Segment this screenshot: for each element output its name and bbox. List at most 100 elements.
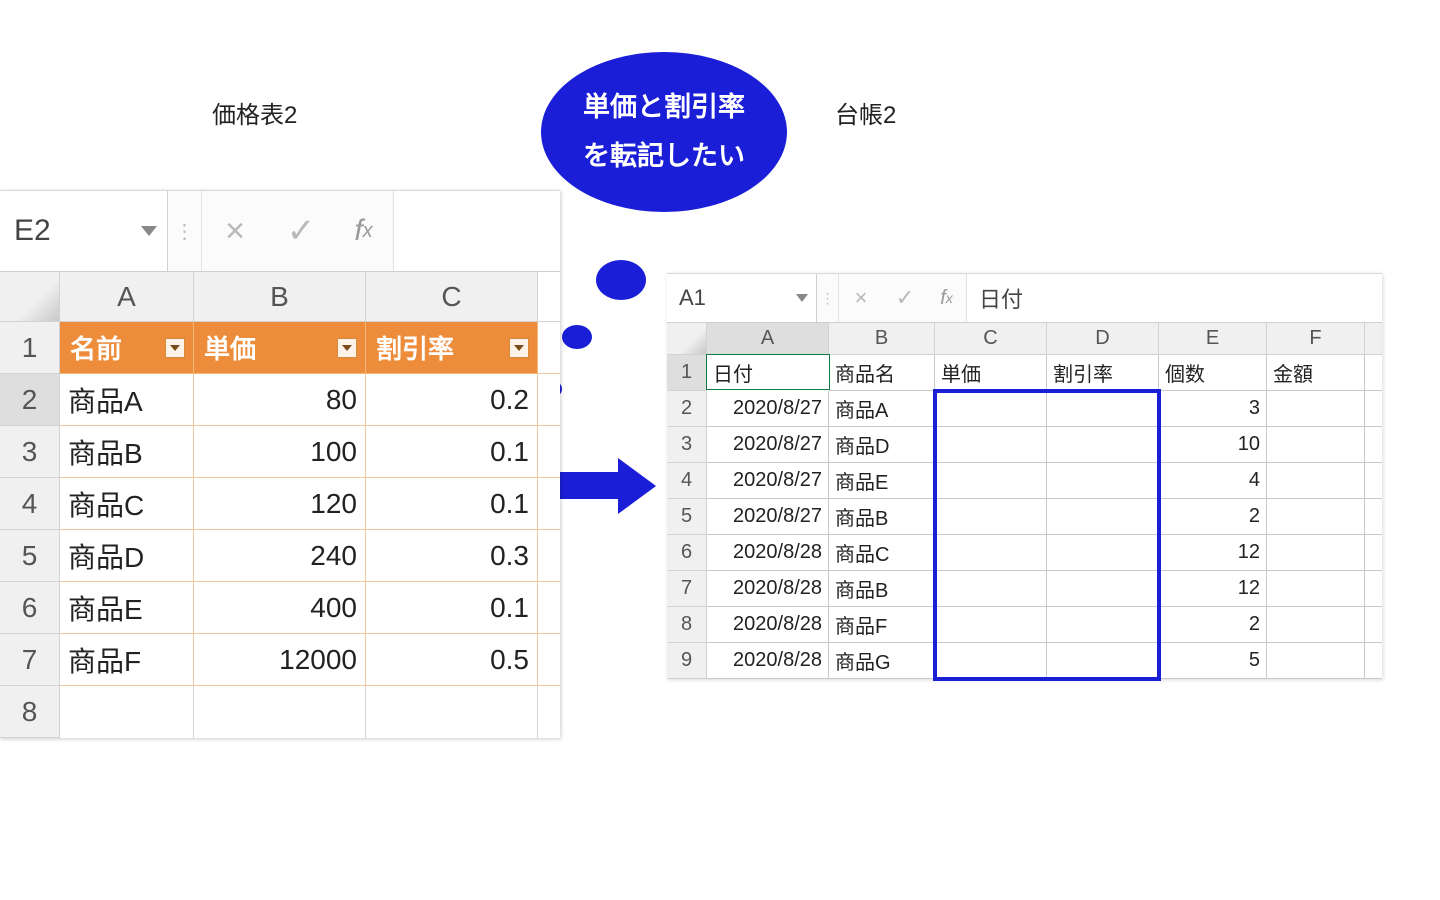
cell[interactable]: 単価 [935, 355, 1047, 391]
cell[interactable]: 2020/8/27 [707, 427, 829, 463]
cell[interactable] [1267, 391, 1365, 427]
cell[interactable]: 0.1 [366, 426, 538, 478]
cell[interactable]: 個数 [1159, 355, 1267, 391]
cell[interactable] [1267, 427, 1365, 463]
cell[interactable]: 商品C [829, 535, 935, 571]
cell[interactable]: 商品F [829, 607, 935, 643]
row-header[interactable]: 2 [0, 374, 60, 426]
row-header[interactable]: 4 [667, 463, 707, 499]
cell[interactable] [935, 391, 1047, 427]
filter-dropdown-icon[interactable] [165, 338, 185, 358]
cell[interactable] [1047, 571, 1159, 607]
cell[interactable] [935, 463, 1047, 499]
cell[interactable] [1267, 607, 1365, 643]
cell[interactable]: 5 [1159, 643, 1267, 679]
row-header[interactable]: 7 [667, 571, 707, 607]
cell[interactable]: 商品名 [829, 355, 935, 391]
cell[interactable]: 10 [1159, 427, 1267, 463]
fx-icon[interactable]: fx [927, 274, 967, 322]
cell[interactable]: 2020/8/28 [707, 643, 829, 679]
cell[interactable]: 0.1 [366, 582, 538, 634]
cell[interactable] [1267, 643, 1365, 679]
row-header[interactable]: 5 [667, 499, 707, 535]
cell[interactable] [1047, 463, 1159, 499]
col-header-c[interactable]: C [366, 272, 538, 322]
cell[interactable] [366, 686, 538, 738]
cell[interactable]: 240 [194, 530, 366, 582]
row-header[interactable]: 6 [667, 535, 707, 571]
name-box[interactable]: E2 [0, 191, 168, 271]
cell[interactable]: 80 [194, 374, 366, 426]
cell[interactable]: 400 [194, 582, 366, 634]
cell[interactable]: 0.2 [366, 374, 538, 426]
table-header-price[interactable]: 単価 [194, 322, 366, 374]
cancel-icon[interactable]: × [839, 274, 883, 322]
cell[interactable]: 2 [1159, 607, 1267, 643]
cell[interactable]: 商品B [60, 426, 194, 478]
check-icon[interactable]: ✓ [883, 274, 927, 322]
select-all-corner[interactable] [667, 323, 707, 355]
table-header-name[interactable]: 名前 [60, 322, 194, 374]
cell[interactable]: 商品F [60, 634, 194, 686]
formula-input[interactable]: 日付 [967, 274, 1382, 322]
cell[interactable] [194, 686, 366, 738]
filter-dropdown-icon[interactable] [509, 338, 529, 358]
row-header[interactable]: 3 [667, 427, 707, 463]
cell[interactable]: 2 [1159, 499, 1267, 535]
cell[interactable] [1047, 535, 1159, 571]
cell[interactable]: 12 [1159, 535, 1267, 571]
fx-icon[interactable]: fx [334, 191, 394, 271]
cell[interactable]: 金額 [1267, 355, 1365, 391]
row-header[interactable]: 7 [0, 634, 60, 686]
table-header-discount[interactable]: 割引率 [366, 322, 538, 374]
cell[interactable]: 120 [194, 478, 366, 530]
col-header-d[interactable]: D [1047, 323, 1159, 355]
cell[interactable]: 4 [1159, 463, 1267, 499]
cell[interactable] [1047, 643, 1159, 679]
cell[interactable]: 0.1 [366, 478, 538, 530]
cell[interactable]: 商品B [829, 571, 935, 607]
check-icon[interactable]: ✓ [268, 191, 334, 271]
col-header-b[interactable]: B [194, 272, 366, 322]
cell[interactable]: 商品C [60, 478, 194, 530]
cell[interactable]: 2020/8/27 [707, 391, 829, 427]
cell[interactable] [935, 607, 1047, 643]
cell[interactable]: 0.3 [366, 530, 538, 582]
row-header[interactable]: 1 [0, 322, 60, 374]
col-header-e[interactable]: E [1159, 323, 1267, 355]
cell[interactable]: 商品D [60, 530, 194, 582]
cell[interactable] [60, 686, 194, 738]
cell[interactable]: 100 [194, 426, 366, 478]
col-header-c[interactable]: C [935, 323, 1047, 355]
cell[interactable]: 12 [1159, 571, 1267, 607]
cell[interactable] [935, 643, 1047, 679]
cell[interactable] [1047, 427, 1159, 463]
row-header[interactable]: 4 [0, 478, 60, 530]
cell[interactable] [935, 571, 1047, 607]
cell[interactable] [1267, 499, 1365, 535]
row-header[interactable]: 5 [0, 530, 60, 582]
row-header[interactable]: 6 [0, 582, 60, 634]
cell[interactable] [1267, 535, 1365, 571]
cell-selected[interactable]: 日付 [706, 354, 830, 390]
row-header[interactable]: 9 [667, 643, 707, 679]
name-box[interactable]: A1 [667, 274, 817, 322]
formula-input[interactable] [394, 191, 560, 271]
cell[interactable] [935, 499, 1047, 535]
cell[interactable]: 2020/8/27 [707, 499, 829, 535]
col-header-a[interactable]: A [707, 323, 829, 355]
cell[interactable]: 商品D [829, 427, 935, 463]
cell[interactable] [1047, 391, 1159, 427]
cell[interactable]: 割引率 [1047, 355, 1159, 391]
cell[interactable]: 2020/8/28 [707, 571, 829, 607]
cell[interactable]: 2020/8/28 [707, 535, 829, 571]
row-header[interactable]: 8 [0, 686, 60, 738]
cell[interactable]: 商品A [829, 391, 935, 427]
cell[interactable] [935, 535, 1047, 571]
cell[interactable]: 商品E [829, 463, 935, 499]
filter-dropdown-icon[interactable] [337, 338, 357, 358]
cell[interactable] [1267, 571, 1365, 607]
cell[interactable]: 商品E [60, 582, 194, 634]
cell[interactable] [1047, 607, 1159, 643]
col-header-f[interactable]: F [1267, 323, 1365, 355]
